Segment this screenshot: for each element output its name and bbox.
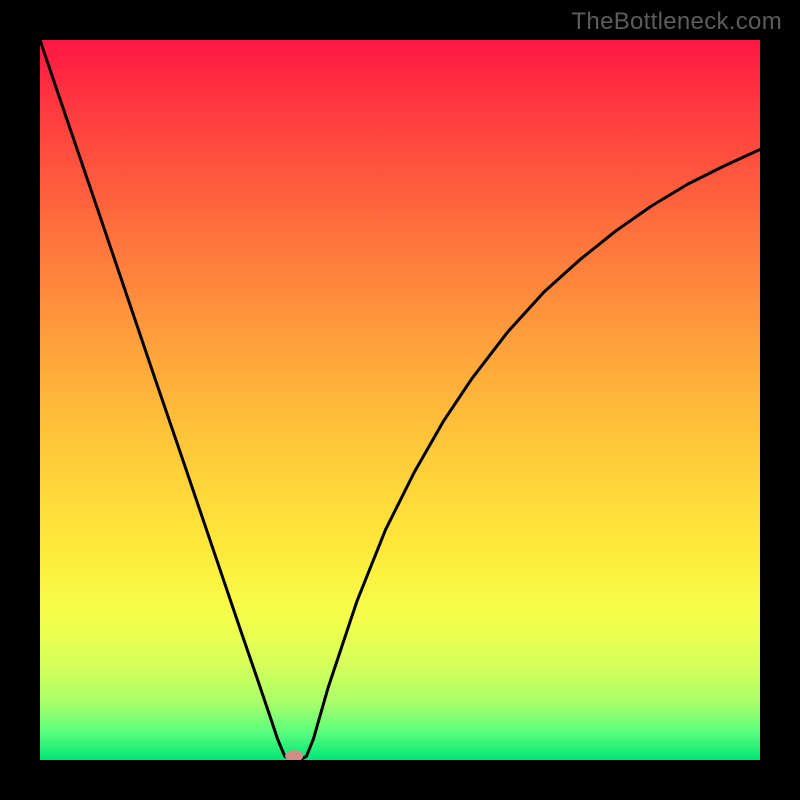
chart-frame: TheBottleneck.com [0, 0, 800, 800]
bottleneck-chart [40, 40, 760, 760]
gradient-background [40, 40, 760, 760]
watermark-text: TheBottleneck.com [571, 8, 782, 36]
plot-area [40, 40, 760, 760]
